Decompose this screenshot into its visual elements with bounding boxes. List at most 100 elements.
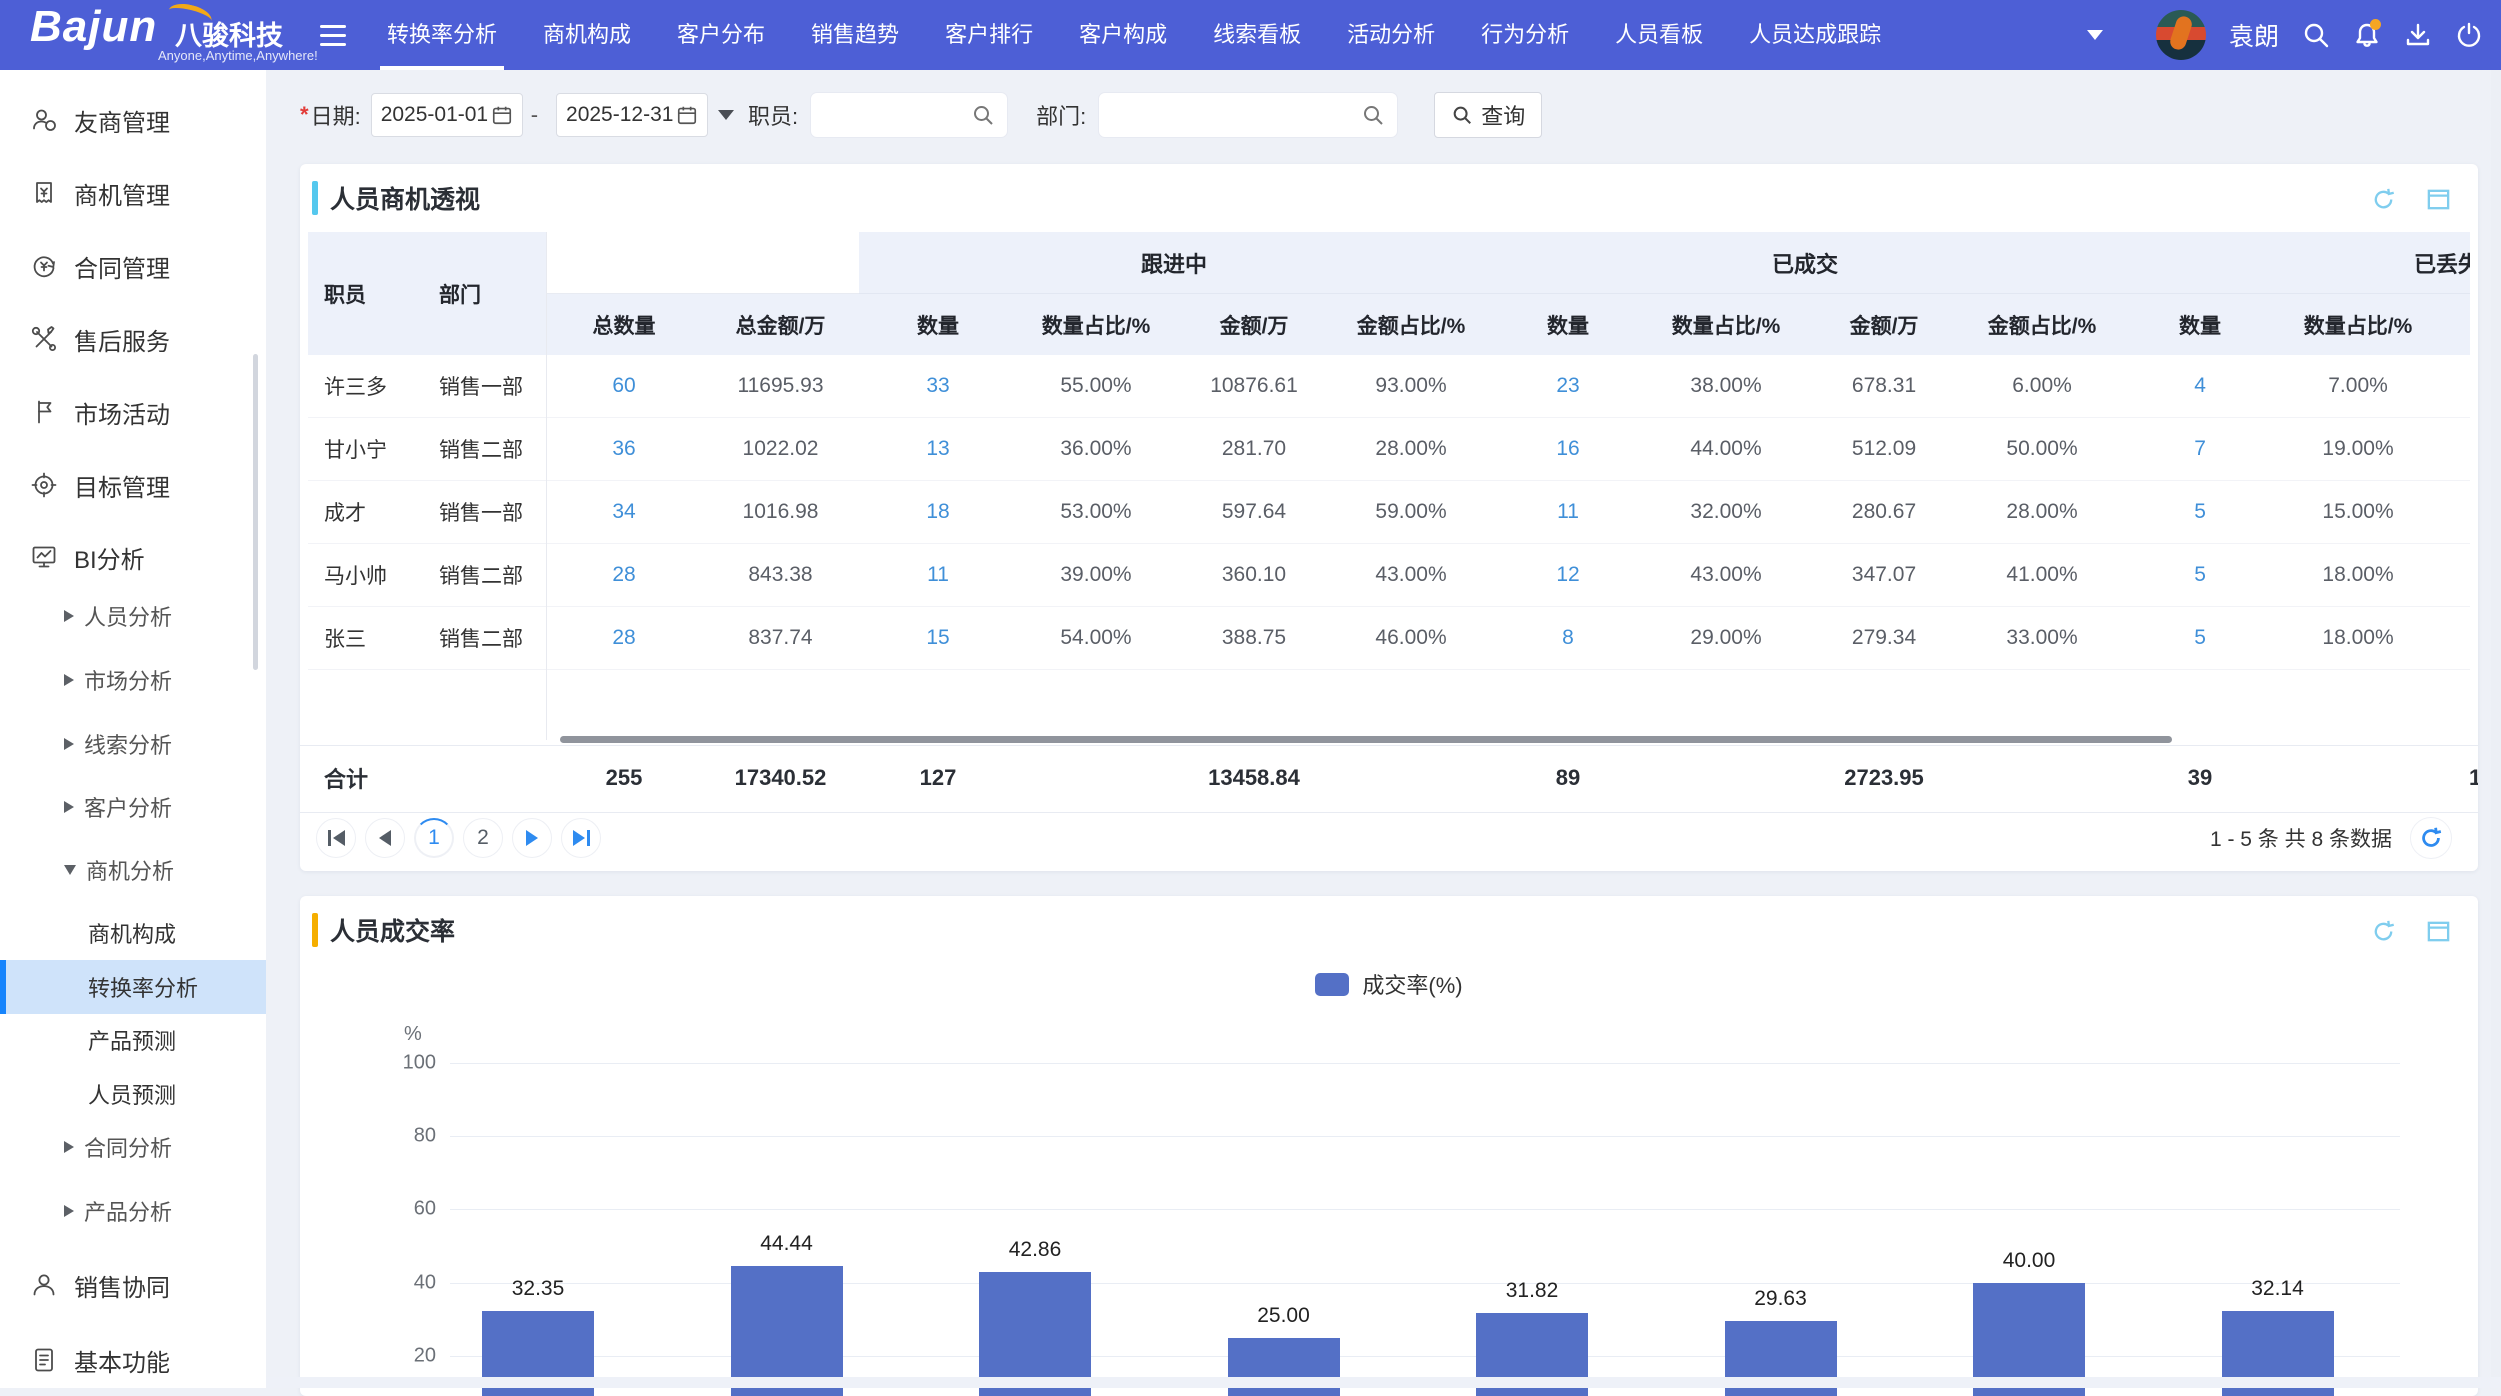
cell: 张三 [308,607,423,670]
nav-item-8[interactable]: 活动分析 [1324,0,1458,70]
cell: 28.00% [1333,418,1489,481]
cell[interactable]: 28 [546,607,702,670]
cell[interactable]: 12 [1489,544,1647,607]
table-horizontal-scrollbar[interactable] [560,736,2172,743]
bell-icon[interactable] [2353,21,2381,49]
pagination-prev-button[interactable] [365,818,405,858]
staff-search-input[interactable] [810,92,1008,138]
sidebar-item-商机分析[interactable]: 商机分析 [0,845,266,895]
user-avatar[interactable] [2156,10,2206,60]
sidebar-item-人员预测[interactable]: 人员预测 [0,1069,266,1119]
maximize-window-icon[interactable] [2425,918,2452,945]
cell[interactable]: 5 [2121,544,2279,607]
column-header-数量占比/%: 数量占比/% [1017,294,1175,356]
cell[interactable]: 16 [1489,418,1647,481]
sidebar-item-销售协同[interactable]: 销售协同 [0,1260,266,1310]
sidebar-item-客户分析[interactable]: 客户分析 [0,782,266,832]
pagination-last-button[interactable] [561,818,601,858]
refresh-icon[interactable] [2370,918,2397,945]
sidebar-item-售后服务[interactable]: 售后服务 [0,314,266,364]
page-horizontal-scrollbar[interactable] [266,1377,2501,1388]
date-to-value: 2025-12-31 [566,103,673,127]
nav-item-10[interactable]: 人员看板 [1592,0,1726,70]
download-icon[interactable] [2404,21,2432,49]
cell[interactable]: 15 [859,607,1017,670]
bar-value-label: 32.14 [2208,1277,2348,1301]
cell[interactable]: 7 [2121,418,2279,481]
sidebar-item-BI分析[interactable]: BI分析 [0,532,266,582]
sidebar-item-商机构成[interactable]: 商机构成 [0,908,266,958]
pagination-first-button[interactable] [316,818,356,858]
table-card-actions [2370,186,2452,213]
cell[interactable]: 5 [2121,607,2279,670]
date-from-input[interactable]: 2025-01-01 [371,93,523,137]
sidebar-item-label: 合同分析 [84,1131,172,1163]
cell: 销售二部 [423,418,546,481]
nav-more-caret-icon[interactable] [2087,30,2103,40]
nav-item-2[interactable]: 商机构成 [520,0,654,70]
cell[interactable]: 8 [1489,607,1647,670]
refresh-icon[interactable] [2370,186,2397,213]
power-icon[interactable] [2455,21,2483,49]
nav-item-4[interactable]: 销售趋势 [788,0,922,70]
sidebar-item-合同管理[interactable]: 合同管理 [0,241,266,291]
cell[interactable]: 28 [546,544,702,607]
page-vertical-scrollbar[interactable] [2491,70,2501,1388]
hamburger-menu-icon[interactable] [320,0,350,70]
nav-item-5[interactable]: 客户排行 [922,0,1056,70]
sidebar-item-label: 销售协同 [74,1268,170,1303]
sidebar-item-市场分析[interactable]: 市场分析 [0,655,266,705]
cell[interactable]: 4 [2121,355,2279,418]
query-button[interactable]: 查询 [1434,92,1542,138]
cell[interactable]: 33 [859,355,1017,418]
sidebar-item-友商管理[interactable]: 友商管理 [0,95,266,145]
sidebar-item-人员分析[interactable]: 人员分析 [0,591,266,641]
sidebar-item-合同分析[interactable]: 合同分析 [0,1122,266,1172]
maximize-window-icon[interactable] [2425,186,2452,213]
dept-search-input[interactable] [1098,92,1398,138]
pagination-page-2[interactable]: 2 [463,818,503,858]
nav-item-1[interactable]: 转换率分析 [364,0,520,70]
user-name[interactable]: 袁朗 [2229,17,2279,53]
search-icon[interactable] [2302,21,2330,49]
cell[interactable]: 11 [859,544,1017,607]
total-cell: 127 [859,746,1017,810]
calendar-icon [676,104,698,126]
cell: 销售一部 [423,481,546,544]
cell[interactable]: 11 [1489,481,1647,544]
table-row-5: 张三销售二部28837.741554.00%388.7546.00%829.00… [308,607,2470,670]
cell[interactable]: 18 [859,481,1017,544]
nav-item-6[interactable]: 客户构成 [1056,0,1190,70]
date-to-input[interactable]: 2025-12-31 [556,93,708,137]
cell[interactable]: 60 [546,355,702,418]
cell[interactable]: 36 [546,418,702,481]
nav-item-11[interactable]: 人员达成跟踪 [1726,0,1904,70]
nav-item-7[interactable]: 线索看板 [1190,0,1324,70]
nav-item-3[interactable]: 客户分布 [654,0,788,70]
sidebar-item-基本功能[interactable]: 基本功能 [0,1335,266,1385]
cell[interactable]: 13 [859,418,1017,481]
cell[interactable]: 23 [1489,355,1647,418]
sidebar-item-市场活动[interactable]: 市场活动 [0,387,266,437]
sidebar-item-label: 商机分析 [86,854,174,886]
pagination-refresh-icon[interactable] [2410,817,2452,859]
cell[interactable]: 5 [2121,481,2279,544]
nav-item-9[interactable]: 行为分析 [1458,0,1592,70]
table-row-1: 许三多销售一部6011695.933355.00%10876.6193.00%2… [308,355,2470,418]
y-tick-label: 100 [372,1052,436,1075]
date-granularity-caret-icon[interactable] [718,110,734,120]
cell: 54.00% [1017,607,1175,670]
pagination-page-1[interactable]: 1 [414,818,454,858]
sidebar-item-转换率分析[interactable]: 转换率分析 [0,960,266,1014]
sidebar-item-目标管理[interactable]: 目标管理 [0,460,266,510]
chart-legend[interactable]: 成交率(%) [300,968,2478,1000]
cell: 55.00% [1017,355,1175,418]
sidebar-item-商机管理[interactable]: 商机管理 [0,168,266,218]
sidebar-item-线索分析[interactable]: 线索分析 [0,719,266,769]
section-accent-bar [312,181,318,215]
cell[interactable]: 34 [546,481,702,544]
sidebar-item-label: 商机管理 [74,176,170,211]
sidebar-item-产品分析[interactable]: 产品分析 [0,1186,266,1236]
pagination-next-button[interactable] [512,818,552,858]
sidebar-item-产品预测[interactable]: 产品预测 [0,1015,266,1065]
